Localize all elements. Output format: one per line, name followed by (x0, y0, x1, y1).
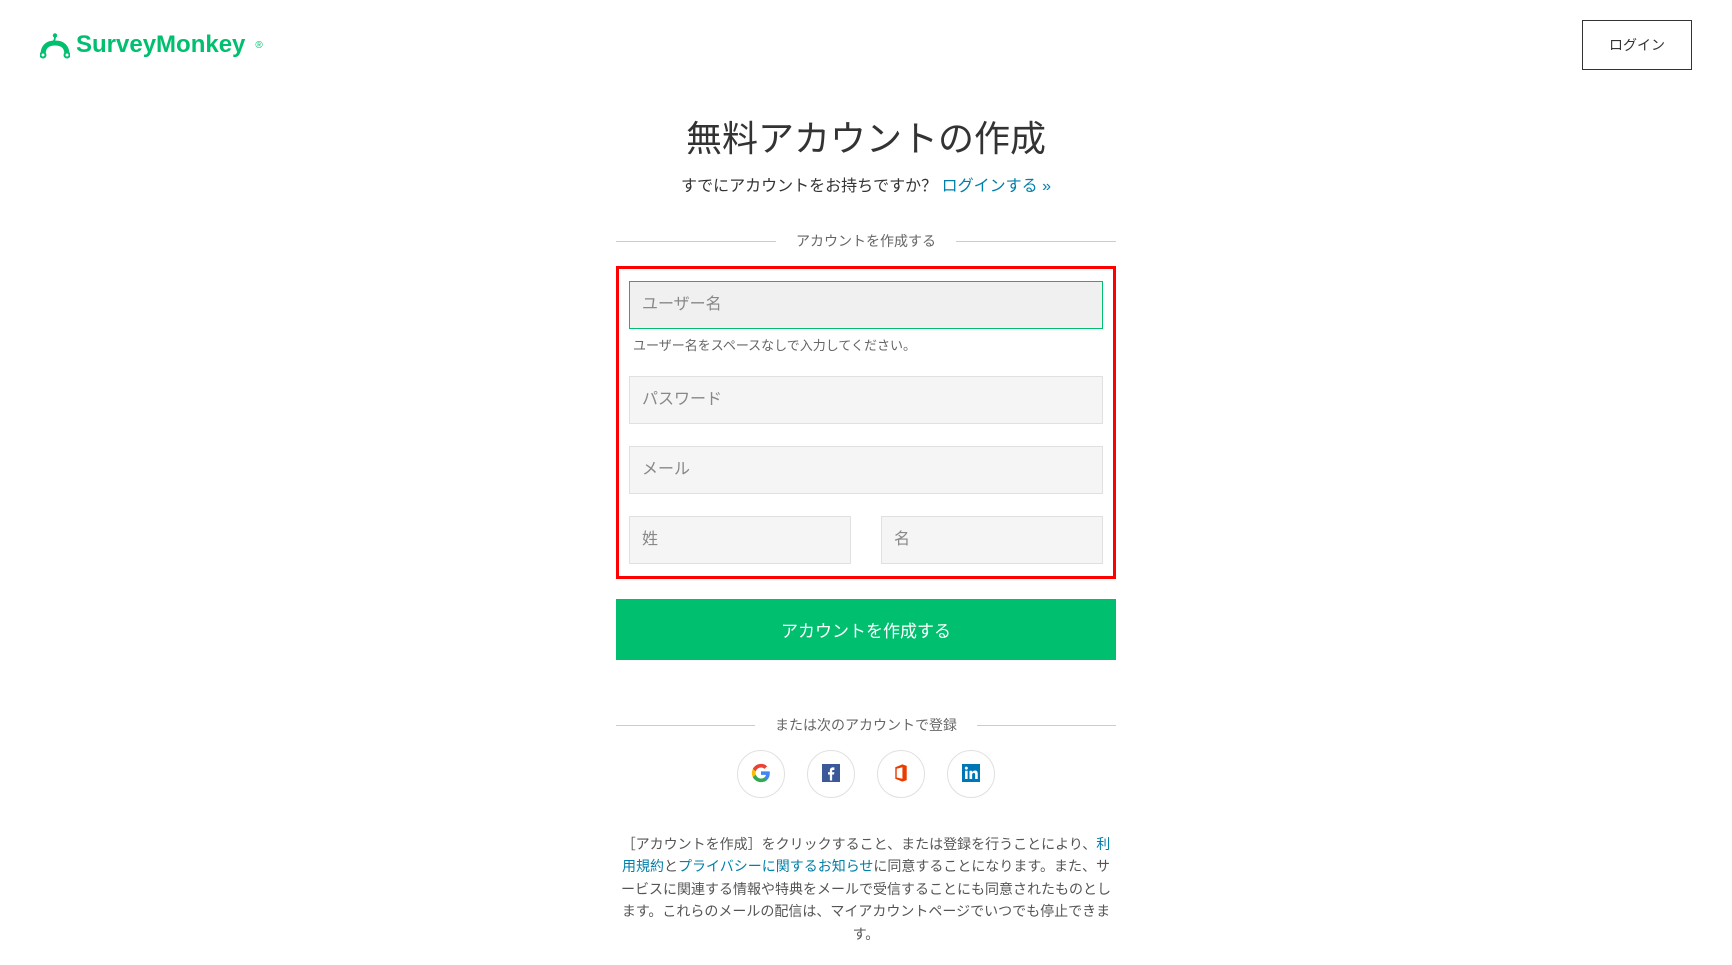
password-group (629, 376, 1103, 424)
login-link[interactable]: ログインする » (942, 178, 1051, 195)
facebook-signup-button[interactable] (807, 750, 855, 798)
divider-line-right (956, 241, 1116, 242)
divider-or-register: または次のアカウントで登録 (616, 715, 1116, 735)
legal-part2: と (664, 858, 678, 874)
email-group (629, 446, 1103, 494)
divider-text-or: または次のアカウントで登録 (775, 715, 957, 735)
email-input[interactable] (629, 446, 1103, 494)
office-icon (892, 763, 910, 786)
logo[interactable]: SurveyMonkey ® (40, 31, 263, 59)
divider-line-left (616, 241, 776, 242)
username-helper: ユーザー名をスペースなしで入力してください。 (629, 335, 1103, 354)
password-input[interactable] (629, 376, 1103, 424)
username-group: ユーザー名をスペースなしで入力してください。 (629, 281, 1103, 354)
header: SurveyMonkey ® ログイン (0, 0, 1732, 90)
divider-line-right-2 (977, 725, 1116, 726)
main-content: 無料アカウントの作成 すでにアカウントをお持ちですか？ ログインする » アカウ… (596, 90, 1136, 965)
logo-text: SurveyMonkey (76, 31, 245, 59)
divider-line-left-2 (616, 725, 755, 726)
logo-registered-mark: ® (255, 40, 262, 51)
facebook-icon (822, 764, 840, 785)
page-title: 無料アカウントの作成 (616, 110, 1116, 162)
google-signup-button[interactable] (737, 750, 785, 798)
office-signup-button[interactable] (877, 750, 925, 798)
subtitle-prefix: すでにアカウントをお持ちですか？ (681, 178, 937, 195)
legal-part1: ［アカウントを作成］をクリックすること、または登録を行うことにより、 (622, 836, 1097, 852)
social-buttons-row (616, 750, 1116, 798)
firstname-input[interactable] (881, 516, 1103, 564)
subtitle: すでにアカウントをお持ちですか？ ログインする » (616, 172, 1116, 196)
divider-text-create: アカウントを作成する (796, 231, 936, 251)
legal-text: ［アカウントを作成］をクリックすること、または登録を行うことにより、利用規約とプ… (616, 833, 1116, 945)
surveymonkey-logo-icon (40, 33, 68, 57)
linkedin-signup-button[interactable] (947, 750, 995, 798)
google-icon (751, 763, 771, 786)
login-button[interactable]: ログイン (1582, 20, 1692, 70)
username-input[interactable] (629, 281, 1103, 329)
lastname-input[interactable] (629, 516, 851, 564)
name-group (629, 516, 1103, 564)
divider-create-account: アカウントを作成する (616, 231, 1116, 251)
linkedin-icon (962, 764, 980, 785)
privacy-link[interactable]: プライバシーに関するお知らせ (678, 858, 873, 874)
form-highlight-box: ユーザー名をスペースなしで入力してください。 (616, 266, 1116, 579)
create-account-button[interactable]: アカウントを作成する (616, 599, 1116, 660)
